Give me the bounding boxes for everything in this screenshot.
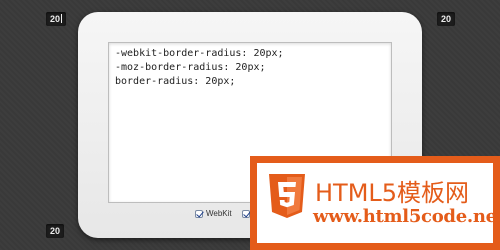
webkit-option[interactable]: WebKit: [195, 209, 232, 218]
text-cursor: [61, 14, 63, 23]
vendor-options: WebKit: [195, 209, 250, 218]
webkit-checkbox[interactable]: [195, 209, 203, 218]
second-checkbox[interactable]: [241, 209, 250, 218]
watermark-banner: HTML5模板网 www.html5code.net: [250, 156, 500, 250]
top-right-radius-input[interactable]: 20: [437, 12, 456, 26]
code-line-moz: -moz-border-radius: 20px;: [115, 62, 266, 73]
top-left-radius-value: 20: [50, 14, 61, 24]
html5-shield-icon: [269, 174, 305, 218]
watermark-inner: HTML5模板网 www.html5code.net: [256, 162, 500, 244]
code-line-standard: border-radius: 20px;: [115, 76, 236, 87]
second-option[interactable]: [241, 209, 250, 218]
bottom-left-radius-input[interactable]: 20: [46, 224, 65, 238]
watermark-title: HTML5模板网: [315, 179, 470, 207]
top-right-radius-value: 20: [441, 14, 452, 24]
code-line-webkit: -webkit-border-radius: 20px;: [115, 48, 284, 59]
bottom-left-radius-value: 20: [50, 226, 61, 236]
top-left-radius-input[interactable]: 20: [46, 12, 67, 26]
webkit-label: WebKit: [206, 209, 232, 218]
watermark-url: www.html5code.net: [313, 206, 500, 227]
